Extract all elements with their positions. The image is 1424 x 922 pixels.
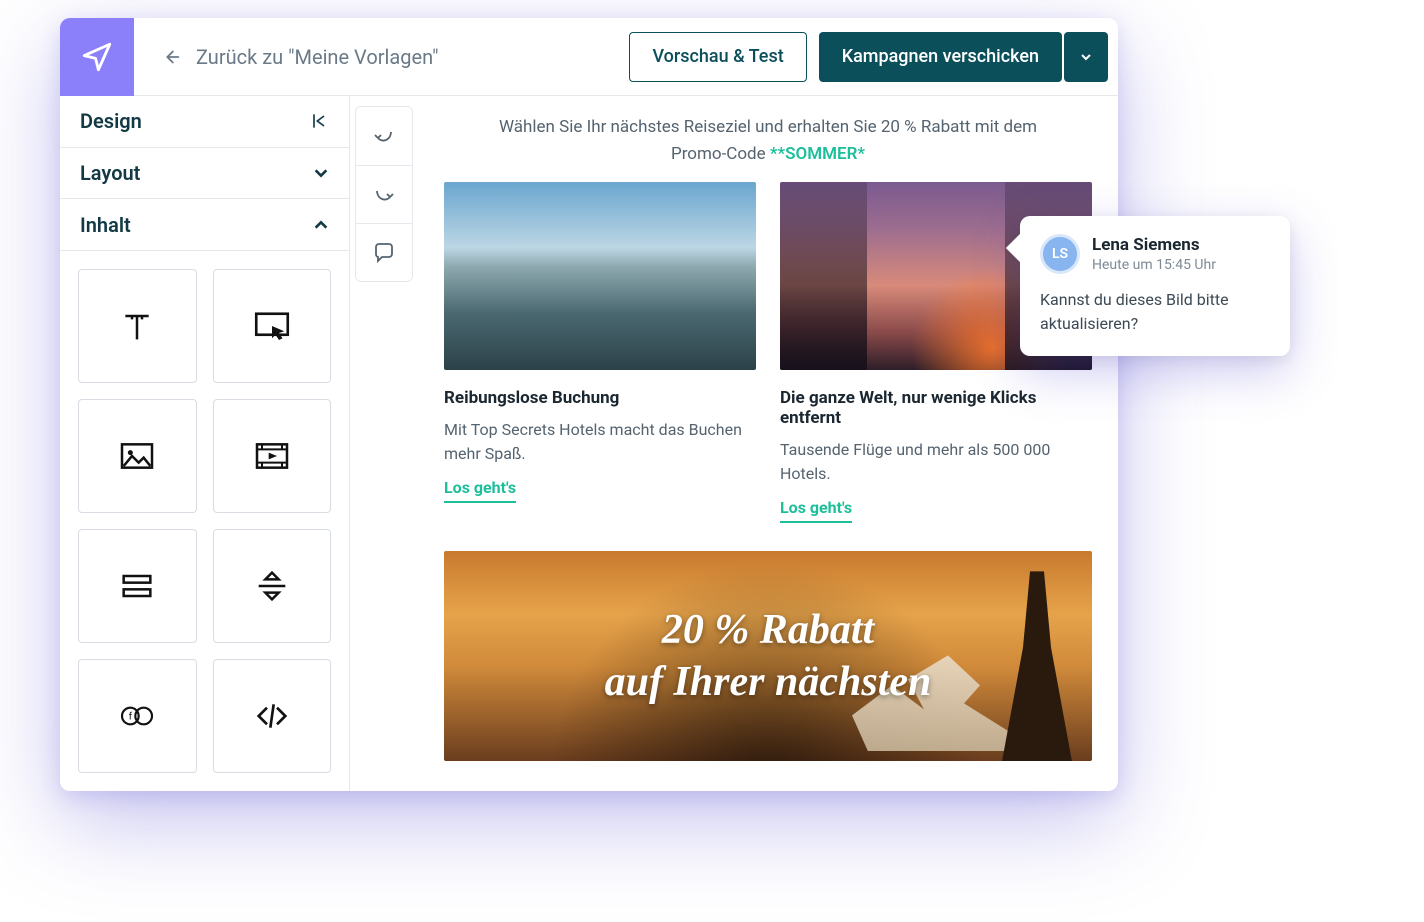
code-icon	[252, 696, 292, 736]
email-canvas[interactable]: Wählen Sie Ihr nächstes Reiseziel und er…	[418, 96, 1118, 791]
hero-decoration	[1002, 571, 1072, 761]
cursor-icon	[251, 305, 293, 347]
columns-block[interactable]	[78, 529, 197, 643]
divider-icon	[252, 566, 292, 606]
send-icon	[80, 40, 114, 74]
promo-header: Wählen Sie Ihr nächstes Reiseziel und er…	[418, 96, 1118, 182]
history-toolbar	[350, 96, 418, 791]
video-icon	[252, 436, 292, 476]
content-section[interactable]: Inhalt	[60, 199, 349, 251]
image-icon	[117, 436, 157, 476]
card-cta[interactable]: Los geht's	[780, 498, 852, 523]
social-icon: f	[117, 696, 157, 736]
comment-body: Kannst du dieses Bild bitte aktualisiere…	[1040, 288, 1270, 336]
back-label: Zurück zu "Meine Vorlagen"	[196, 45, 439, 69]
design-section[interactable]: Design	[60, 96, 349, 148]
preview-test-button[interactable]: Vorschau & Test	[629, 32, 806, 82]
divider-block[interactable]	[213, 529, 332, 643]
text-block[interactable]	[78, 269, 197, 383]
redo-button[interactable]	[356, 165, 412, 223]
layout-section[interactable]: Layout	[60, 148, 349, 200]
feature-cards: Reibungslose Buchung Mit Top Secrets Hot…	[418, 182, 1118, 523]
avatar: LS	[1040, 234, 1080, 274]
left-panel: Design Layout Inhalt	[60, 96, 350, 791]
image-block[interactable]	[78, 399, 197, 513]
caret-down-icon	[1080, 51, 1092, 63]
app-logo[interactable]	[60, 18, 134, 96]
comments-button[interactable]	[356, 223, 412, 281]
comment-popover[interactable]: LS Lena Siemens Heute um 15:45 Uhr Kanns…	[1020, 216, 1290, 356]
card-cta[interactable]: Los geht's	[444, 478, 516, 503]
card-body: Mit Top Secrets Hotels macht das Buchen …	[444, 418, 756, 466]
redo-icon	[372, 183, 396, 207]
chevron-up-icon	[313, 217, 329, 233]
card-title: Die ganze Welt, nur wenige Klicks entfer…	[780, 388, 1092, 428]
content-blocks-grid: f	[60, 251, 349, 791]
hero-text: 20 % Rabatt auf Ihrer nächsten	[605, 604, 932, 709]
comment-author: Lena Siemens	[1092, 235, 1216, 255]
card-title: Reibungslose Buchung	[444, 388, 756, 408]
comment-icon	[372, 241, 396, 265]
social-block[interactable]: f	[78, 659, 197, 773]
send-campaign-button[interactable]: Kampagnen verschicken	[819, 32, 1062, 82]
html-block[interactable]	[213, 659, 332, 773]
promo-code: **SOMMER*	[770, 144, 865, 164]
card-booking[interactable]: Reibungslose Buchung Mit Top Secrets Hot…	[444, 182, 756, 523]
send-campaign-dropdown[interactable]	[1064, 32, 1108, 82]
arrow-left-icon	[160, 46, 182, 68]
svg-text:f: f	[129, 710, 133, 722]
comment-time: Heute um 15:45 Uhr	[1092, 257, 1216, 273]
undo-button[interactable]	[356, 107, 412, 165]
hero-banner[interactable]: 20 % Rabatt auf Ihrer nächsten	[444, 551, 1092, 761]
text-icon	[117, 306, 157, 346]
columns-icon	[117, 566, 157, 606]
button-block[interactable]	[213, 269, 332, 383]
email-editor-window: Zurück zu "Meine Vorlagen" Vorschau & Te…	[60, 18, 1118, 791]
chevron-down-icon	[313, 165, 329, 181]
video-block[interactable]	[213, 399, 332, 513]
collapse-left-icon	[309, 111, 329, 131]
card-body: Tausende Flüge und mehr als 500 000 Hote…	[780, 438, 1092, 486]
back-link[interactable]: Zurück zu "Meine Vorlagen"	[134, 45, 629, 69]
undo-icon	[372, 124, 396, 148]
topbar: Zurück zu "Meine Vorlagen" Vorschau & Te…	[60, 18, 1118, 96]
card-image	[444, 182, 756, 370]
